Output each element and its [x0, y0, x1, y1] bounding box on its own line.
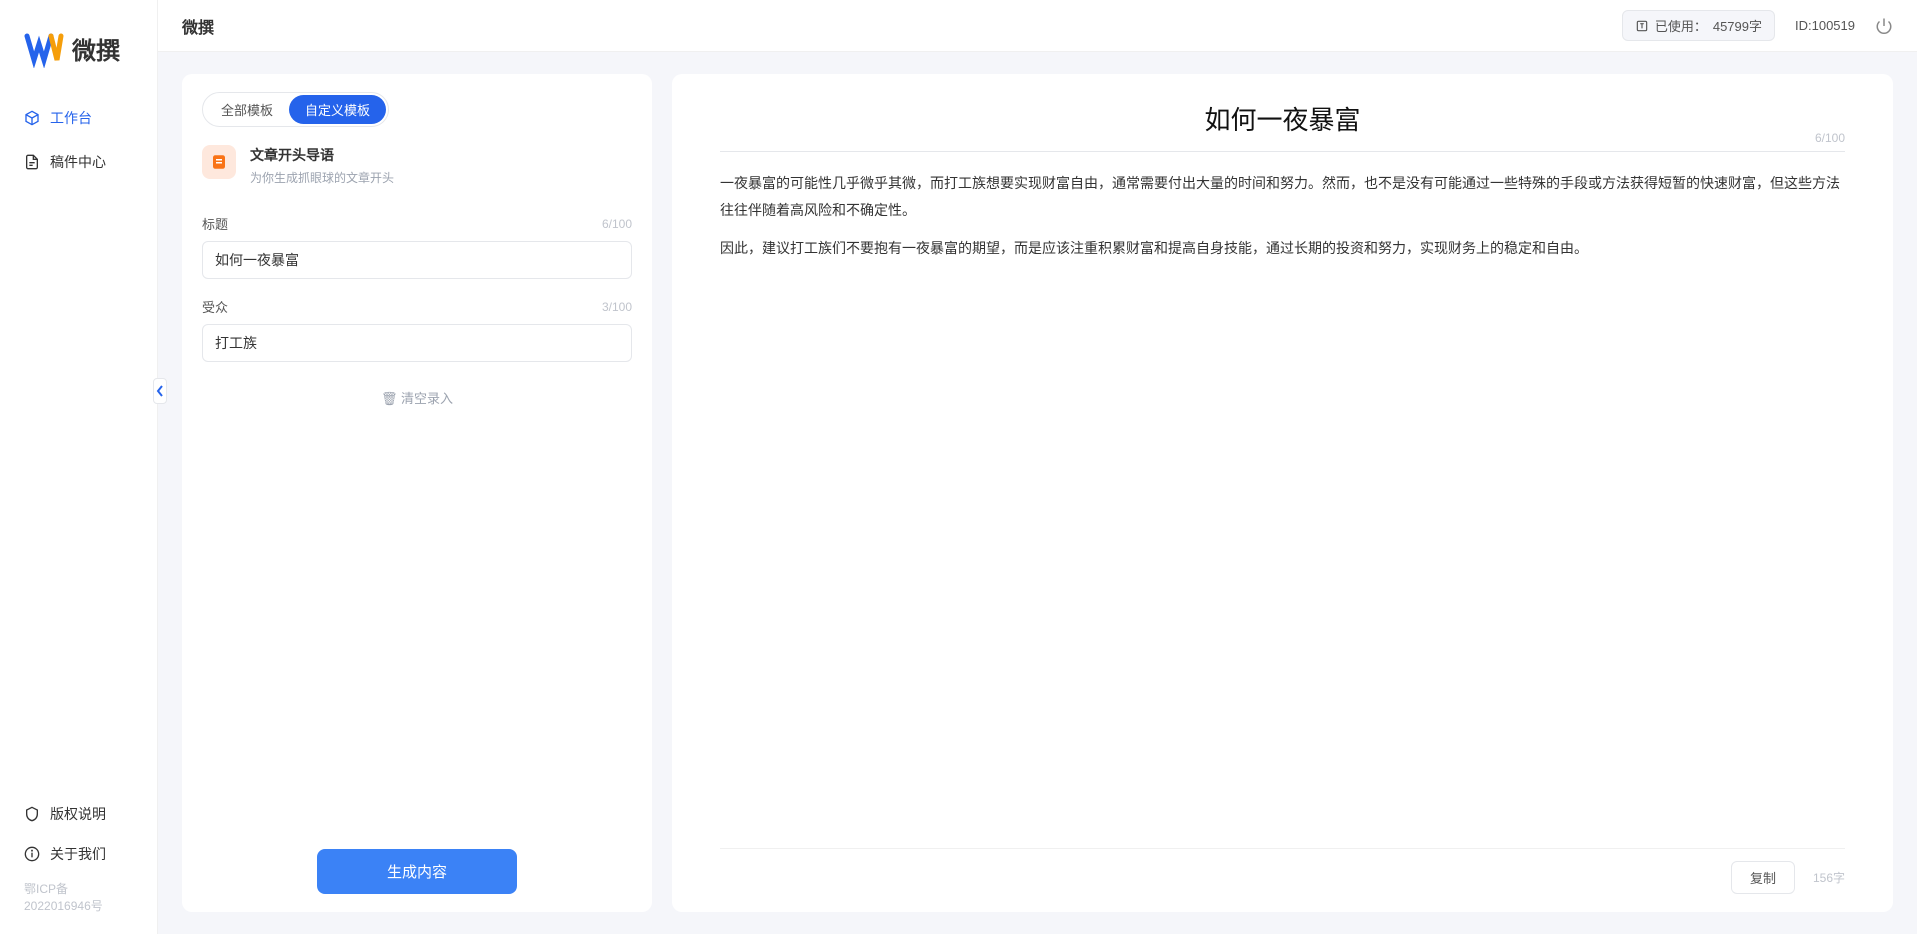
copy-button[interactable]: 复制	[1731, 861, 1795, 894]
field-title: 标题 6/100	[202, 214, 632, 279]
tab-all-templates[interactable]: 全部模板	[205, 95, 289, 124]
logo-text: 微撰	[72, 31, 120, 66]
output-panel: 如何一夜暴富 6/100 一夜暴富的可能性几乎微乎其微，而打工族想要实现财富自由…	[672, 74, 1893, 912]
output-footer: 复制 156字	[720, 848, 1845, 894]
nav-item-workspace[interactable]: 工作台	[8, 98, 149, 138]
sidebar-collapse-button[interactable]	[153, 378, 167, 404]
chevron-left-icon	[156, 385, 164, 397]
field-audience: 受众 3/100	[202, 297, 632, 362]
logo-icon	[24, 28, 64, 68]
char-count: 156字	[1813, 869, 1845, 886]
field-label: 受众	[202, 297, 228, 316]
footer-copyright[interactable]: 版权说明	[8, 794, 149, 834]
output-header: 如何一夜暴富 6/100	[720, 100, 1845, 152]
nav-item-label: 工作台	[50, 108, 92, 128]
output-title: 如何一夜暴富	[720, 100, 1845, 137]
usage-value: 45799字	[1713, 16, 1762, 35]
nav-item-label: 稿件中心	[50, 152, 106, 172]
title-input[interactable]	[202, 241, 632, 279]
template-title: 文章开头导语	[250, 145, 394, 165]
template-tabs: 全部模板 自定义模板	[202, 92, 389, 127]
field-counter: 6/100	[602, 217, 632, 231]
output-title-counter: 6/100	[1815, 131, 1845, 145]
usage-prefix: 已使用：	[1655, 16, 1707, 35]
footer-about[interactable]: 关于我们	[8, 834, 149, 874]
nav-list: 工作台 稿件中心	[0, 98, 157, 186]
sidebar: 微撰 工作台 稿件中心	[0, 0, 158, 934]
template-card: 文章开头导语 为你生成抓眼球的文章开头	[202, 145, 632, 186]
icp-text: 鄂ICP备2022016946号	[8, 874, 149, 922]
page-title: 微撰	[182, 14, 214, 38]
output-body[interactable]: 一夜暴富的可能性几乎微乎其微，而打工族想要实现财富自由，通常需要付出大量的时间和…	[720, 170, 1845, 848]
field-label: 标题	[202, 214, 228, 233]
generate-button[interactable]: 生成内容	[317, 849, 517, 894]
usage-badge[interactable]: 已使用： 45799字	[1622, 10, 1775, 41]
template-desc: 为你生成抓眼球的文章开头	[250, 169, 394, 186]
shield-icon	[24, 806, 40, 822]
field-counter: 3/100	[602, 300, 632, 314]
output-paragraph: 因此，建议打工族们不要抱有一夜暴富的期望，而是应该注重积累财富和提高自身技能，通…	[720, 235, 1845, 262]
audience-input[interactable]	[202, 324, 632, 362]
power-icon	[1875, 17, 1893, 35]
config-panel: 全部模板 自定义模板 文章开头导语 为你生成抓眼球的文章开头	[182, 74, 652, 912]
output-paragraph: 一夜暴富的可能性几乎微乎其微，而打工族想要实现财富自由，通常需要付出大量的时间和…	[720, 170, 1845, 223]
user-id: ID:100519	[1795, 18, 1855, 33]
footer-link-label: 版权说明	[50, 804, 106, 824]
logout-button[interactable]	[1875, 17, 1893, 35]
text-icon	[1635, 19, 1649, 33]
sidebar-footer: 版权说明 关于我们 鄂ICP备2022016946号	[0, 794, 157, 934]
cube-icon	[24, 110, 40, 126]
template-icon	[202, 145, 236, 179]
topbar: 微撰 已使用： 45799字 ID:100519	[158, 0, 1917, 52]
tab-custom-templates[interactable]: 自定义模板	[289, 95, 386, 124]
clear-button[interactable]: 🗑 清空录入	[202, 380, 632, 415]
article-icon	[210, 153, 228, 171]
nav-item-drafts[interactable]: 稿件中心	[8, 142, 149, 182]
logo: 微撰	[0, 0, 157, 98]
footer-link-label: 关于我们	[50, 844, 106, 864]
info-icon	[24, 846, 40, 862]
document-icon	[24, 154, 40, 170]
